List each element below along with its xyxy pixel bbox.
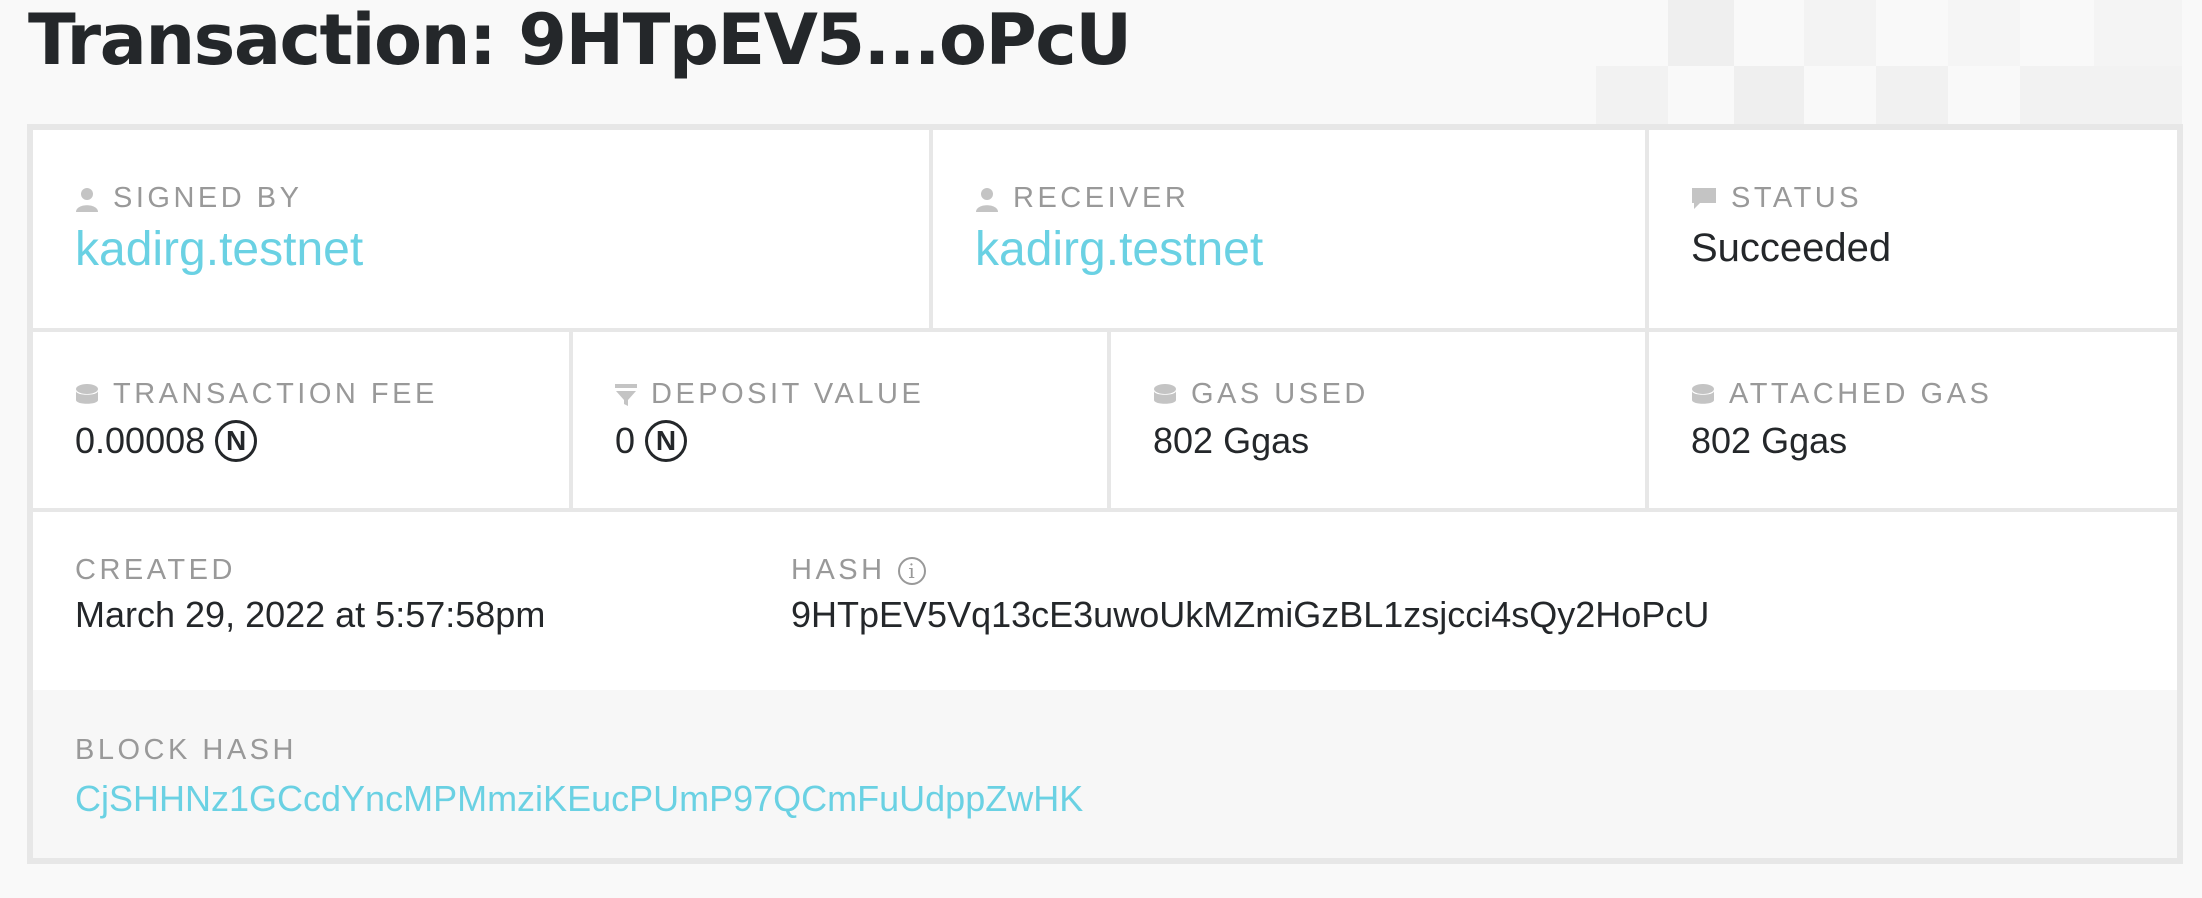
person-icon	[975, 186, 999, 212]
info-icon[interactable]: i	[897, 556, 926, 585]
receiver-label: RECEIVER	[975, 182, 1189, 215]
deposit-value-value: 0 N	[615, 420, 688, 462]
receiver-link[interactable]: kadirg.testnet	[975, 222, 1263, 277]
row-created-hash: CREATED March 29, 2022 at 5:57:58pm HASH…	[33, 512, 2177, 690]
row-fees: TRANSACTION FEE 0.00008 N DEPOSIT VALUE …	[33, 332, 2177, 512]
block-hash-label: BLOCK HASH	[75, 734, 297, 766]
filter-icon	[615, 383, 637, 407]
created-value: March 29, 2022 at 5:57:58pm	[75, 594, 546, 635]
gas-used-value: 802 Ggas	[1153, 420, 1310, 461]
row-block-hash: BLOCK HASH CjSHHNz1GCcdYncMPMmziKEucPUmP…	[33, 690, 2177, 858]
decor-square	[1876, 66, 1948, 126]
row-parties: SIGNED BY kadirg.testnet RECEIVER kadirg…	[33, 130, 2177, 332]
near-token-icon: N	[215, 420, 258, 462]
transaction-fee-label: TRANSACTION FEE	[75, 378, 438, 411]
status-label: STATUS	[1691, 182, 1862, 215]
hash-value: 9HTpEV5Vq13cE3uwoUkMZmiGzBL1zsjcci4sQy2H…	[791, 594, 1710, 635]
decor-square	[1948, 0, 2020, 66]
near-token-icon: N	[645, 420, 688, 462]
deposit-value-cell: DEPOSIT VALUE 0 N	[573, 332, 1111, 508]
decor-square	[1596, 66, 1668, 126]
signed-by-label: SIGNED BY	[75, 182, 302, 215]
transaction-fee-value: 0.00008 N	[75, 420, 258, 462]
deposit-value-label: DEPOSIT VALUE	[615, 378, 924, 411]
decor-square	[2094, 0, 2182, 66]
decor-square	[1804, 0, 1876, 66]
hash-cell: HASH i 9HTpEV5Vq13cE3uwoUkMZmiGzBL1zsjcc…	[749, 512, 2177, 690]
hash-label: HASH i	[791, 554, 926, 587]
transaction-details-card: SIGNED BY kadirg.testnet RECEIVER kadirg…	[27, 124, 2183, 864]
coin-stack-icon	[1153, 383, 1177, 407]
decor-square	[2020, 66, 2182, 126]
signed-by-cell: SIGNED BY kadirg.testnet	[33, 130, 933, 328]
block-hash-cell: BLOCK HASH CjSHHNz1GCcdYncMPMmziKEucPUmP…	[33, 690, 2177, 858]
signed-by-link[interactable]: kadirg.testnet	[75, 222, 363, 277]
coin-stack-icon	[1691, 383, 1715, 407]
attached-gas-value: 802 Ggas	[1691, 420, 1848, 461]
person-icon	[75, 186, 99, 212]
speech-bubble-icon	[1691, 187, 1717, 211]
gas-used-cell: GAS USED 802 Ggas	[1111, 332, 1649, 508]
decor-square	[1668, 0, 1734, 66]
page-title: Transaction: 9HTpEV5...oPcU	[28, 0, 1132, 81]
coin-stack-icon	[75, 383, 99, 407]
created-label: CREATED	[75, 554, 236, 586]
created-cell: CREATED March 29, 2022 at 5:57:58pm	[33, 512, 749, 690]
transaction-fee-cell: TRANSACTION FEE 0.00008 N	[33, 332, 573, 508]
block-hash-link[interactable]: CjSHHNz1GCcdYncMPMmziKEucPUmP97QCmFuUdpp…	[75, 778, 1083, 820]
status-cell: STATUS Succeeded	[1649, 130, 2177, 328]
receiver-cell: RECEIVER kadirg.testnet	[933, 130, 1649, 328]
attached-gas-cell: ATTACHED GAS 802 Ggas	[1649, 332, 2177, 508]
attached-gas-label: ATTACHED GAS	[1691, 378, 1992, 411]
decor-square	[1734, 66, 1804, 126]
gas-used-label: GAS USED	[1153, 378, 1369, 411]
status-value: Succeeded	[1691, 226, 1892, 270]
